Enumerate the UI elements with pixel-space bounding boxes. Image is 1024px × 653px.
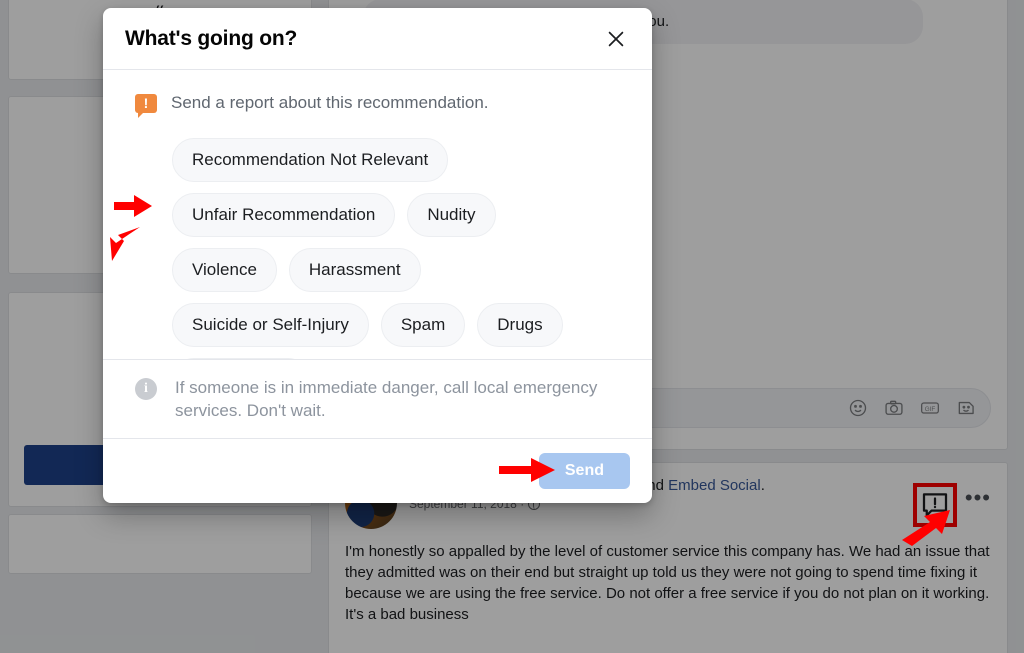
dialog-footer: Send <box>103 438 652 503</box>
post-body-text: I'm honestly so appalled by the level of… <box>345 543 990 623</box>
dialog-prompt-row: Send a report about this recommendation. <box>125 92 630 118</box>
dialog-header: What's going on? <box>103 8 652 70</box>
dialog-prompt-text: Send a report about this recommendation. <box>171 93 489 112</box>
option-spam[interactable]: Spam <box>380 303 466 347</box>
option-harassment[interactable]: Harassment <box>288 248 421 292</box>
option-suicide-or-self-injury[interactable]: Suicide or Self-Injury <box>172 303 369 347</box>
close-button[interactable] <box>600 23 632 55</box>
option-recommendation-not-relevant[interactable]: Recommendation Not Relevant <box>172 138 449 182</box>
sidebar-footer-card <box>8 514 312 574</box>
option-unfair-recommendation[interactable]: Unfair Recommendation <box>172 193 396 237</box>
more-options-icon[interactable]: ••• <box>965 487 991 509</box>
option-drugs[interactable]: Drugs <box>477 303 563 347</box>
gif-icon[interactable]: GIF <box>920 398 940 418</box>
dialog-title: What's going on? <box>125 26 298 50</box>
post-period: . <box>760 477 765 494</box>
screenshot-root: “ Based on Have Feedb Rev We've made and… <box>0 0 1024 653</box>
post-report-button[interactable] <box>913 483 957 527</box>
report-highlight-box <box>913 483 957 527</box>
info-icon <box>135 378 157 400</box>
emoji-icon[interactable] <box>848 398 868 418</box>
dialog-emergency-text: If someone is in immediate danger, call … <box>175 378 598 420</box>
dialog-body: Send a report about this recommendation.… <box>103 70 652 359</box>
option-nudity[interactable]: Nudity <box>407 193 496 237</box>
option-violence[interactable]: Violence <box>172 248 277 292</box>
dialog-emergency-note: If someone is in immediate danger, call … <box>103 359 652 438</box>
send-button[interactable]: Send <box>538 453 630 489</box>
report-bubble-icon[interactable] <box>920 490 950 520</box>
report-options-list: Recommendation Not Relevant Unfair Recom… <box>172 138 612 359</box>
svg-text:GIF: GIF <box>925 406 936 413</box>
report-bubble-icon <box>135 94 157 118</box>
close-icon[interactable] <box>605 28 627 50</box>
report-dialog: What's going on? Send a report about thi… <box>103 8 652 503</box>
post-page-link[interactable]: Embed Social <box>668 477 761 494</box>
camera-icon[interactable] <box>884 398 904 418</box>
sticker-icon[interactable] <box>956 398 976 418</box>
